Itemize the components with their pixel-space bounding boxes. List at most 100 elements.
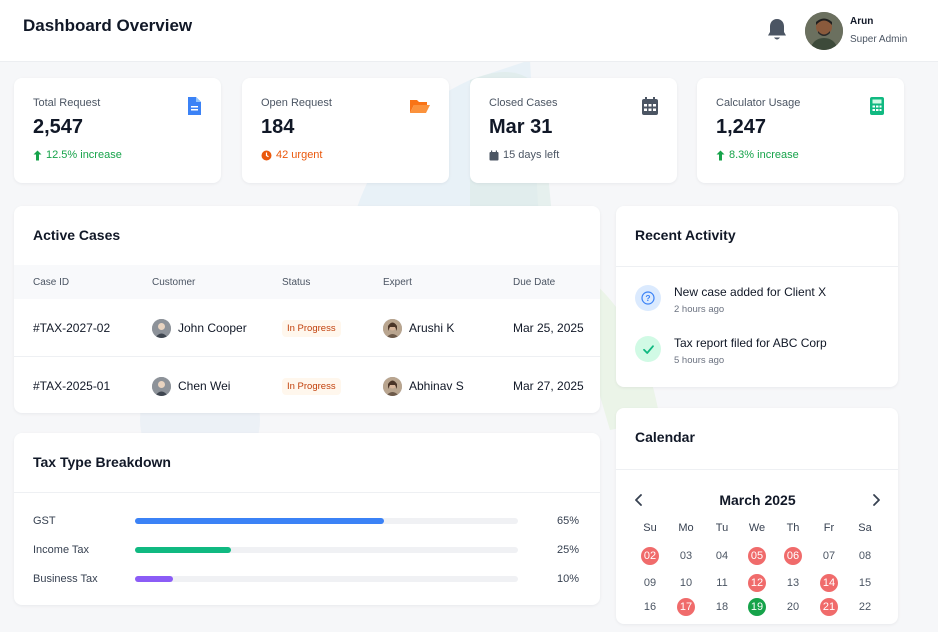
- user-role: Super Admin: [850, 34, 908, 45]
- page-title: Dashboard Overview: [23, 16, 193, 35]
- customer-cell: John Cooper: [152, 299, 247, 357]
- card-title: Calendar: [635, 429, 695, 445]
- expert-name: Abhinav S: [409, 379, 464, 393]
- progress-fill: [135, 518, 384, 524]
- customer-cell: Chen Wei: [152, 357, 230, 413]
- table-header: Case ID Customer Status Expert Due Date: [14, 265, 600, 299]
- case-id: #TAX-2027-02: [33, 321, 111, 335]
- calendar-day[interactable]: 04: [713, 547, 731, 565]
- calendar-card: Calendar March 2025 Su Mo Tu We Th Fr Sa 02 03 04…: [616, 408, 898, 624]
- card-title: Active Cases: [33, 227, 121, 243]
- stat-value: 1,247: [716, 116, 767, 138]
- expert-cell: Arushi K: [383, 299, 454, 357]
- stat-card-total-request[interactable]: Total Request 2,547 12.5% increase: [14, 78, 221, 183]
- expert-avatar: [383, 376, 402, 396]
- status-badge: In Progress: [282, 377, 341, 395]
- stat-sub-text: 8.3% increase: [729, 149, 799, 161]
- stat-sub: 8.3% increase: [716, 149, 799, 161]
- table-row[interactable]: #TAX-2027-02 John Cooper In Progress Aru…: [14, 299, 600, 357]
- tax-percent: 10%: [556, 573, 579, 585]
- stat-value: 2,547: [33, 116, 84, 138]
- calendar-day[interactable]: 06: [784, 547, 802, 565]
- expert-name: Arushi K: [409, 321, 455, 335]
- customer-name: Chen Wei: [178, 379, 231, 393]
- stat-value: 184: [261, 116, 295, 138]
- calendar-day[interactable]: 14: [820, 574, 838, 592]
- calendar-day[interactable]: 08: [856, 547, 874, 565]
- calendar-day[interactable]: 20: [784, 598, 802, 616]
- calendar-day[interactable]: 15: [856, 574, 874, 592]
- stat-label: Calculator Usage: [716, 97, 801, 109]
- weekday-label: We: [748, 522, 766, 534]
- card-divider: [14, 492, 600, 493]
- table-row[interactable]: #TAX-2025-01 Chen Wei In Progress Abhina…: [14, 357, 600, 413]
- stat-sub-text: 15 days left: [503, 149, 560, 161]
- weekday-label: Sa: [858, 522, 872, 534]
- calendar-day[interactable]: 05: [748, 547, 766, 565]
- stat-label: Open Request: [261, 97, 332, 109]
- calendar-day[interactable]: 09: [641, 574, 659, 592]
- weekday-label: Fr: [823, 522, 835, 534]
- stat-sub-text: 42 urgent: [276, 149, 323, 161]
- calendar-day[interactable]: 02: [641, 547, 659, 565]
- expert-avatar: [383, 318, 402, 338]
- progress-track: [135, 547, 518, 553]
- tax-percent: 25%: [556, 544, 579, 556]
- column-header: Expert: [383, 277, 412, 288]
- arrow-up-icon: [716, 150, 725, 160]
- activity-text: Tax report filed for ABC Corp: [674, 336, 827, 350]
- calendar-day[interactable]: 10: [677, 574, 695, 592]
- calendar-day[interactable]: 11: [713, 574, 731, 592]
- stat-label: Total Request: [33, 97, 101, 109]
- document-icon: [188, 97, 201, 115]
- stat-card-closed-cases[interactable]: Closed Cases Mar 31 15 days left: [470, 78, 677, 183]
- calendar-day[interactable]: 13: [784, 574, 802, 592]
- activity-time: 5 hours ago: [674, 355, 725, 366]
- customer-avatar: [152, 376, 171, 396]
- stat-card-open-request[interactable]: Open Request 184 42 urgent: [242, 78, 449, 183]
- calendar-day[interactable]: 19: [748, 598, 766, 616]
- case-id: #TAX-2025-01: [33, 379, 111, 393]
- weekday-label: Su: [643, 522, 657, 534]
- status-cell: In Progress: [282, 299, 341, 357]
- activity-time: 2 hours ago: [674, 304, 725, 315]
- column-header: Status: [282, 277, 311, 288]
- card-title: Recent Activity: [635, 227, 736, 243]
- customer-avatar: [152, 318, 171, 338]
- calendar-day[interactable]: 16: [641, 598, 659, 616]
- calendar-month: March 2025: [719, 492, 796, 508]
- column-header: Due Date: [513, 277, 556, 288]
- bell-icon[interactable]: [765, 17, 789, 43]
- user-avatar[interactable]: [805, 12, 843, 50]
- calendar-icon: [489, 150, 499, 160]
- chevron-right-icon[interactable]: [869, 492, 883, 508]
- stat-sub: 42 urgent: [261, 149, 322, 161]
- due-date: Mar 25, 2025: [513, 321, 584, 335]
- stat-card-calculator-usage[interactable]: Calculator Usage 1,247 8.3% increase: [697, 78, 904, 183]
- calendar-day[interactable]: 12: [748, 574, 766, 592]
- svg-text:?: ?: [645, 293, 650, 303]
- calendar-day[interactable]: 18: [713, 598, 731, 616]
- arrow-up-icon: [33, 150, 42, 160]
- card-divider: [616, 469, 898, 470]
- check-icon: [635, 336, 661, 362]
- progress-track: [135, 518, 518, 524]
- stat-label: Closed Cases: [489, 97, 558, 109]
- stat-sub-text: 12.5% increase: [46, 149, 122, 161]
- progress-fill: [135, 547, 231, 553]
- progress-track: [135, 576, 518, 582]
- folder-open-icon: [410, 100, 430, 113]
- calendar-day[interactable]: 03: [677, 547, 695, 565]
- calendar-day[interactable]: 07: [820, 547, 838, 565]
- calendar-day[interactable]: 17: [677, 598, 695, 616]
- user-name: Arun: [850, 16, 874, 27]
- weekday-label: Tu: [715, 522, 729, 534]
- column-header: Case ID: [33, 277, 70, 288]
- stat-sub: 12.5% increase: [33, 149, 122, 161]
- progress-fill: [135, 576, 174, 582]
- clock-icon: [261, 150, 272, 160]
- calendar-day[interactable]: 22: [856, 598, 874, 616]
- calendar-day[interactable]: 21: [820, 598, 838, 616]
- card-divider: [616, 266, 898, 267]
- weekday-label: Mo: [678, 522, 694, 534]
